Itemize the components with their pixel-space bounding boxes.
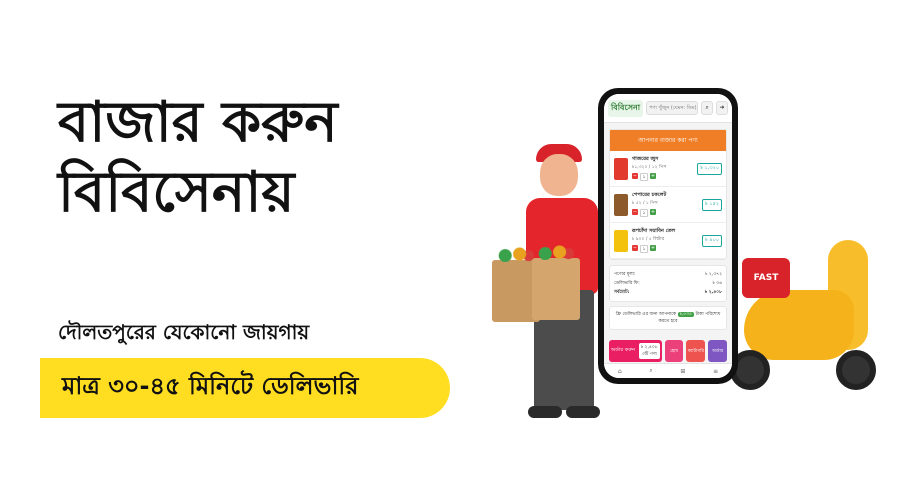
- delivery-label: ডেলিভারি ফি:: [614, 281, 640, 286]
- shoe-shape: [528, 406, 562, 418]
- price-summary: পণ্যের মূল্য: ৳ ২,৩৭২ ডেলিভারি ফি: ৳ ৩৬ সর…: [609, 265, 727, 302]
- item-total: ৳ ১৫২: [702, 198, 722, 211]
- bottom-nav: ⌂ ⌕ ⊞ ≡: [604, 363, 732, 378]
- search-input[interactable]: পণ্য খুঁজুন (যেমন: ডিম): [646, 101, 698, 115]
- home-icon[interactable]: ⌂: [618, 368, 622, 375]
- total-label: সর্বমোট:: [614, 290, 630, 295]
- product-name: গাজরের জুস: [632, 156, 659, 162]
- login-icon[interactable]: ➜: [716, 101, 728, 115]
- order-total-box: ৳ ২,৪০৮ ৩টি পণ্য: [638, 343, 660, 359]
- home-button[interactable]: হোম: [664, 340, 684, 362]
- scooter-illustration: FAST: [730, 230, 890, 410]
- cart-icon[interactable]: ⊞: [680, 368, 685, 375]
- orders-button[interactable]: অর্ডার: [708, 340, 728, 362]
- item-total: ৳ ১,৩২০: [697, 162, 722, 175]
- scooter-body-shape: [744, 290, 854, 360]
- app-logo: বিবিসেনা: [608, 99, 644, 117]
- delivery-time-text: মাত্র ৩০-৪৫ মিনিটে ডেলিভারি: [62, 372, 359, 400]
- phone-screen: বিবিসেনা পণ্য খুঁজুন (যেমন: ডিম) ⌕ ➜ আপন…: [604, 94, 732, 378]
- product-name: রূপচাঁদা সয়াবিন তেল: [632, 228, 676, 234]
- note-amount: ৳,৫৩৫: [677, 312, 695, 317]
- category-label: ক্যাটাগরি: [687, 348, 704, 354]
- subline: দৌলতপুরের যেকোনো জায়গায়: [58, 320, 310, 344]
- free-delivery-note: ফ্রি ডেলিভারি এর জন্য আপনাকে ৳,৫৩৫ টাকা …: [609, 306, 727, 330]
- product-thumb: [614, 193, 628, 216]
- order-count: ৩টি পণ্য: [641, 352, 657, 357]
- product-price: ৳ ৯০০ / ৫ লিটার: [632, 237, 665, 242]
- order-button[interactable]: অর্ডার করুন ৳ ২,৪০৮ ৩টি পণ্য: [609, 340, 662, 362]
- quantity-value: ১: [640, 209, 648, 217]
- increase-button[interactable]: +: [650, 209, 656, 215]
- wheel-icon: [836, 350, 876, 390]
- order-total: ৳ ২,৪০৮: [640, 345, 658, 350]
- increase-button[interactable]: +: [650, 173, 656, 179]
- quantity-value: ১: [640, 173, 648, 181]
- phone-mockup: বিবিসেনা পণ্য খুঁজুন (যেমন: ডিম) ⌕ ➜ আপন…: [598, 88, 738, 384]
- delivery-value: ৳ ৩৬: [712, 281, 722, 286]
- category-button[interactable]: ক্যাটাগরি: [686, 340, 706, 362]
- headline: বাজার করুন বিবিসেনায়: [58, 88, 478, 228]
- headline-line1: বাজার করুন: [58, 90, 338, 155]
- product-price: ৳১,৩২০ / ১২ পিস: [632, 165, 667, 170]
- menu-icon[interactable]: ≡: [713, 368, 718, 375]
- illustration: FAST বিবিসেনা পণ্য খুঁজুন (যেমন: ডিম) ⌕ …: [480, 70, 890, 420]
- delivery-time-banner: মাত্র ৩০-৪৫ মিনিটে ডেলিভারি: [40, 358, 450, 418]
- item-total: ৳ ৯০০: [702, 234, 722, 247]
- shoe-shape: [566, 406, 600, 418]
- orders-label: অর্ডার: [712, 348, 724, 354]
- action-bar: অর্ডার করুন ৳ ২,৪০৮ ৩টি পণ্য হোম ক্যাটাগ…: [609, 340, 728, 362]
- headline-line2: বিবিসেনায়: [58, 160, 295, 225]
- increase-button[interactable]: +: [650, 245, 656, 251]
- app-header: বিবিসেনা পণ্য খুঁজুন (যেমন: ডিম) ⌕ ➜: [604, 94, 732, 123]
- search-icon[interactable]: ⌕: [701, 101, 713, 115]
- product-thumb: [614, 229, 628, 252]
- search-icon[interactable]: ⌕: [649, 367, 652, 375]
- cart-item: পেপারের চকলেট ৳ ৫২ / ১ পিস − ১ + ৳ ১৫২: [610, 187, 726, 223]
- subtotal-value: ৳ ২,৩৭২: [705, 272, 722, 277]
- cart-item: রূপচাঁদা সয়াবিন তেল ৳ ৯০০ / ৫ লিটার − ১…: [610, 223, 726, 259]
- cart-card: আপনার বাজার করা পণ্য গাজরের জুস ৳১,৩২০ /…: [609, 129, 727, 260]
- product-thumb: [614, 157, 628, 180]
- order-label: অর্ডার করুন: [610, 347, 636, 353]
- decrease-button[interactable]: −: [632, 245, 638, 251]
- decrease-button[interactable]: −: [632, 209, 638, 215]
- grocery-bag-icon: [532, 244, 580, 320]
- product-price: ৳ ৫২ / ১ পিস: [632, 201, 658, 206]
- total-value: ৳ ২,৪০৮: [704, 290, 722, 295]
- cart-item: গাজরের জুস ৳১,৩২০ / ১২ পিস − ১ + ৳ ১,৩২০: [610, 151, 726, 187]
- cart-title: আপনার বাজার করা পণ্য: [610, 130, 726, 151]
- head-shape: [540, 154, 578, 196]
- note-before: ফ্রি ডেলিভারি এর জন্য আপনাকে: [615, 312, 677, 317]
- product-name: পেপারের চকলেট: [632, 192, 667, 198]
- delivery-box: FAST: [742, 258, 790, 298]
- quantity-value: ১: [640, 245, 648, 253]
- decrease-button[interactable]: −: [632, 173, 638, 179]
- home-label: হোম: [670, 348, 679, 354]
- subtotal-label: পণ্যের মূল্য:: [614, 272, 636, 277]
